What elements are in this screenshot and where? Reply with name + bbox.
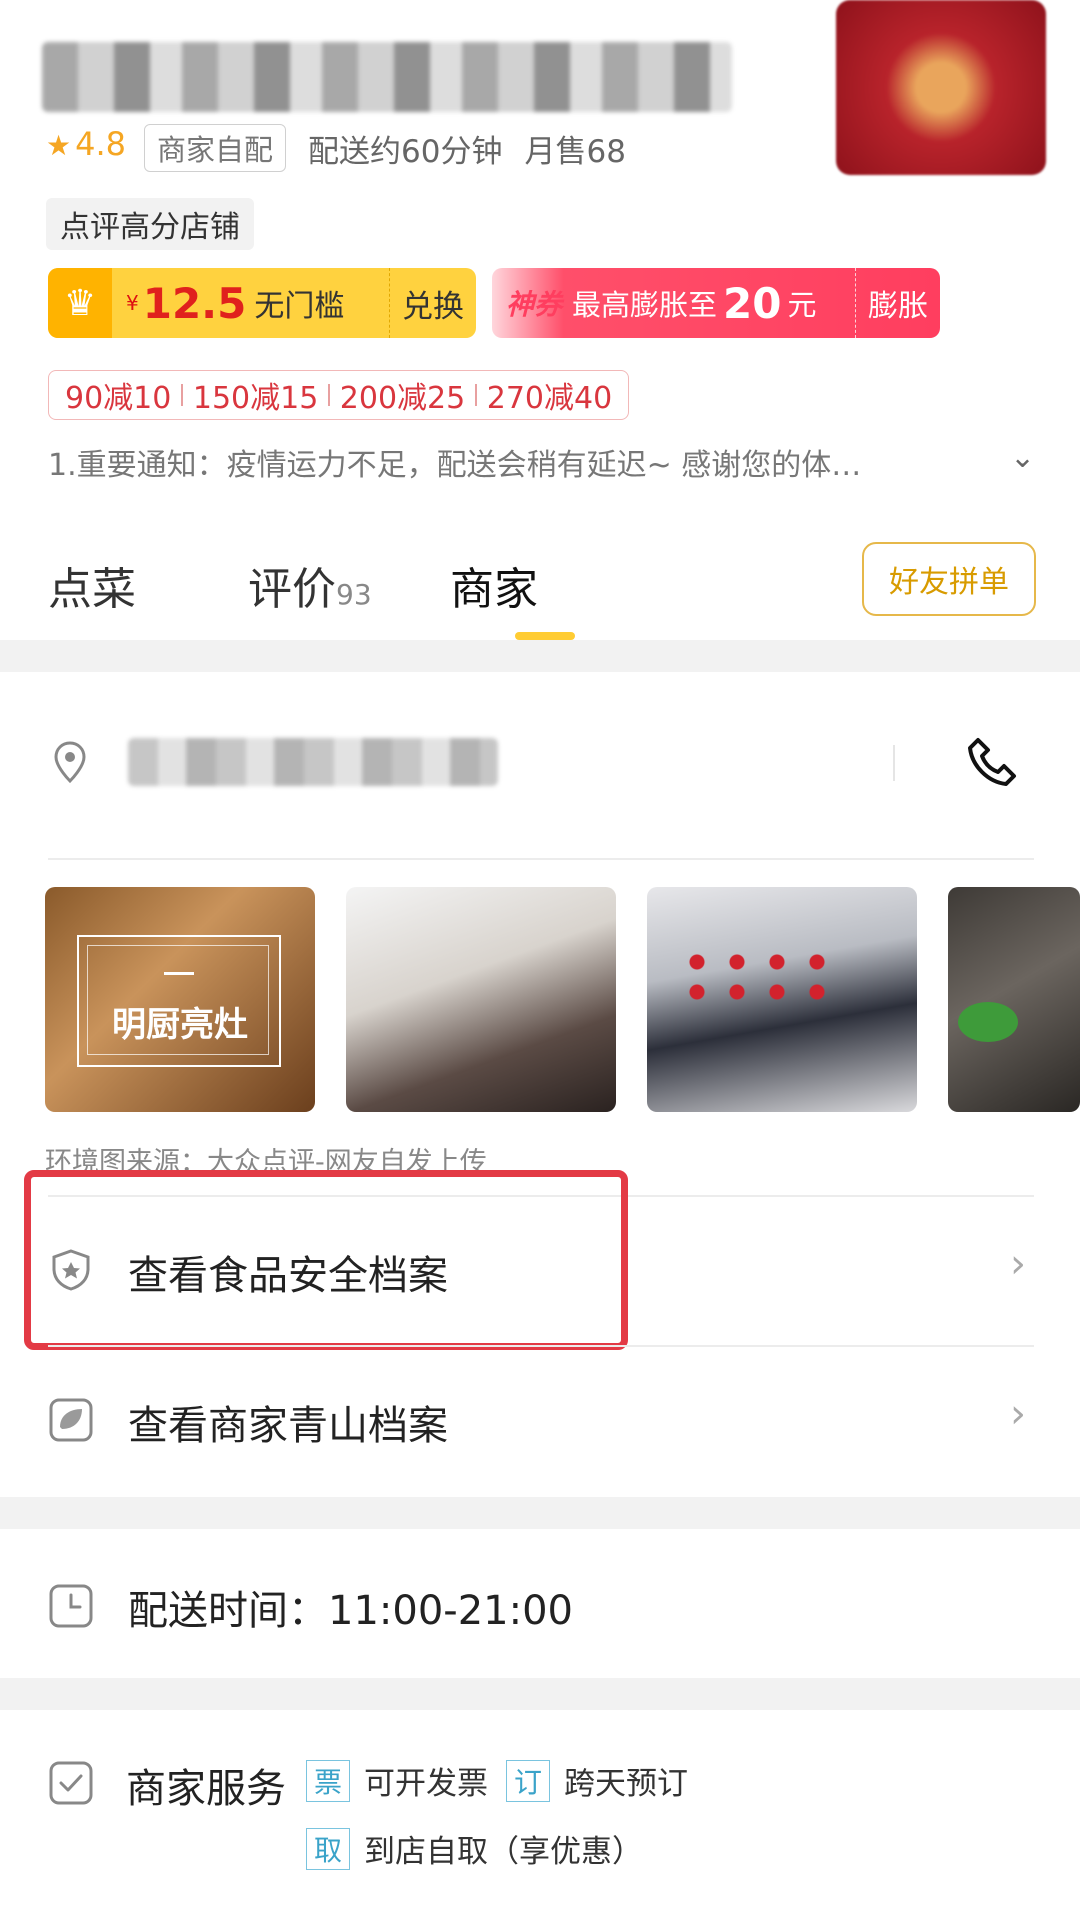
- divider: [48, 858, 1034, 860]
- tab-label: 点菜: [48, 564, 136, 615]
- boost-unit: 元: [787, 288, 817, 322]
- service-tag: 取: [306, 1827, 350, 1870]
- exchange-coupon[interactable]: ♛ ¥ 12.5 无门槛 兑换: [48, 268, 476, 338]
- rating-value: 4.8: [75, 125, 126, 163]
- address-blurred[interactable]: [128, 738, 498, 786]
- boost-button[interactable]: 膨胀: [855, 268, 940, 338]
- boost-amount: 20: [723, 278, 782, 328]
- clock-icon: [49, 1584, 93, 1628]
- discount-tier: 90减10: [65, 381, 172, 416]
- rating: ★ 4.8: [46, 125, 126, 163]
- boost-coupon-tag: 神券: [506, 288, 563, 321]
- section-gap: [0, 1678, 1080, 1710]
- service-text: 到店自取（享优惠）: [364, 1834, 643, 1870]
- store-photo[interactable]: 明厨亮灶: [45, 887, 315, 1112]
- boost-prefix: 最高膨胀至: [572, 288, 718, 322]
- services-title: 商家服务: [126, 1766, 286, 1812]
- service-tags-row-2: 取 到店自取（享优惠）: [306, 1826, 661, 1871]
- divider: [893, 745, 895, 781]
- dish-decor: [958, 1002, 1018, 1042]
- tab-label: 商家: [450, 564, 538, 615]
- section-gap: [0, 640, 1080, 672]
- monthly-sales: 月售68: [524, 133, 626, 170]
- discount-tier: 150减15: [192, 381, 319, 416]
- store-photo[interactable]: [948, 887, 1080, 1112]
- tab-merchant[interactable]: 商家: [450, 553, 538, 617]
- service-tag: 订: [506, 1759, 550, 1802]
- discount-tiers[interactable]: 90减10 150减15 200减25 270减40: [48, 370, 630, 420]
- boost-coupon[interactable]: 神券 最高膨胀至 20 元 膨胀: [492, 268, 940, 338]
- highlight-box: [24, 1170, 628, 1350]
- coupon-condition: 无门槛: [254, 289, 345, 324]
- tab-order[interactable]: 点菜: [48, 553, 136, 617]
- coupon-currency: ¥: [126, 291, 139, 315]
- chevron-right-icon: ›: [1010, 1391, 1026, 1437]
- green-archive-label: 查看商家青山档案: [128, 1403, 448, 1449]
- tab-label: 评价: [248, 564, 336, 615]
- open-kitchen-label: 明厨亮灶: [112, 1005, 248, 1045]
- service-tags-row-1: 票 可开发票 订 跨天预订: [306, 1758, 706, 1803]
- active-tab-indicator: [515, 632, 575, 640]
- store-notice[interactable]: 1.重要通知：疫情运力不足，配送会稍有延迟~ 感谢您的体…: [48, 440, 948, 484]
- crown-icon: ♛: [48, 268, 112, 338]
- checkbox-icon: [49, 1761, 93, 1805]
- chevron-down-icon[interactable]: ⌄: [1010, 440, 1035, 475]
- green-archive-row[interactable]: 查看商家青山档案 ›: [0, 1345, 1080, 1495]
- friend-group-order-button[interactable]: 好友拼单: [862, 542, 1036, 616]
- service-text: 可开发票: [364, 1766, 488, 1802]
- location-pin-icon: [54, 741, 86, 784]
- delivery-type-chip: 商家自配: [144, 124, 287, 172]
- store-name-blurred: [42, 42, 732, 112]
- store-photo[interactable]: [346, 887, 616, 1112]
- star-icon: ★: [46, 129, 72, 162]
- lantern-decor: [677, 947, 827, 1007]
- service-tag: 票: [306, 1759, 350, 1802]
- phone-icon[interactable]: [960, 732, 1020, 792]
- leaf-icon: [49, 1398, 93, 1442]
- high-score-badge: 点评高分店铺: [46, 198, 254, 250]
- coupon-amount: 12.5: [142, 278, 247, 328]
- tab-reviews[interactable]: 评价93: [248, 553, 372, 617]
- chevron-right-icon: ›: [1010, 1241, 1026, 1287]
- delivery-hours: 配送时间：11:00-21:00: [128, 1588, 573, 1634]
- discount-tier: 200减25: [339, 381, 466, 416]
- section-gap: [0, 1497, 1080, 1529]
- discount-tier: 270减40: [486, 381, 613, 416]
- divider: [164, 972, 194, 975]
- store-logo[interactable]: [836, 0, 1046, 175]
- review-count: 93: [336, 578, 372, 611]
- exchange-button[interactable]: 兑换: [389, 268, 476, 338]
- service-text: 跨天预订: [564, 1766, 688, 1802]
- delivery-time: 配送约60分钟: [308, 133, 503, 170]
- store-photo[interactable]: [647, 887, 917, 1112]
